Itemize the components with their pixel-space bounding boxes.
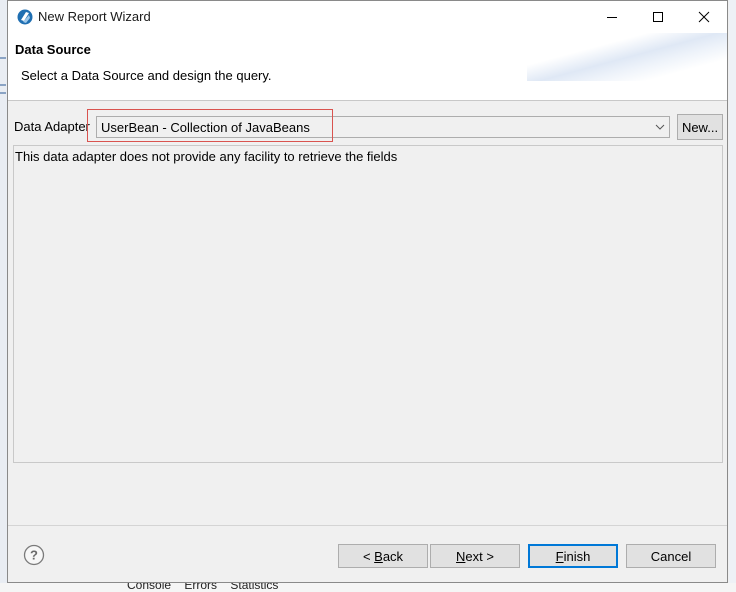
data-adapter-selected-value: UserBean - Collection of JavaBeans — [101, 120, 310, 135]
app-logo-icon — [17, 9, 33, 25]
maximize-icon — [653, 12, 663, 22]
fields-panel: This data adapter does not provide any f… — [13, 145, 723, 463]
background-marker — [0, 57, 6, 59]
maximize-button[interactable] — [635, 1, 681, 33]
minimize-button[interactable] — [589, 1, 635, 33]
fields-message: This data adapter does not provide any f… — [15, 149, 398, 164]
new-report-wizard-dialog: New Report Wizard Data Source Select a D… — [7, 0, 728, 583]
window-title: New Report Wizard — [38, 9, 151, 24]
background-marker — [0, 84, 6, 86]
close-icon — [698, 11, 710, 23]
background-window-left — [0, 0, 7, 592]
back-button-prefix: < — [362, 548, 375, 564]
cancel-button[interactable]: Cancel — [626, 544, 716, 568]
next-button-label: ext > — [465, 548, 494, 564]
background-window-bottom — [0, 583, 736, 592]
next-button[interactable]: Next > — [430, 544, 520, 568]
back-button[interactable]: < Back — [338, 544, 428, 568]
title-bar[interactable]: New Report Wizard — [8, 1, 727, 33]
footer-divider — [8, 525, 727, 526]
background-marker — [0, 92, 6, 94]
minimize-icon — [607, 17, 617, 18]
finish-button-mnemonic: F — [555, 548, 564, 564]
next-button-mnemonic: N — [456, 548, 466, 564]
chevron-down-icon[interactable] — [655, 122, 665, 132]
page-title: Data Source — [15, 42, 91, 57]
new-data-adapter-button[interactable]: New... — [677, 114, 723, 140]
wizard-header: Data Source Select a Data Source and des… — [8, 33, 727, 101]
background-window-right — [729, 0, 736, 592]
finish-button[interactable]: Finish — [528, 544, 618, 568]
finish-button-label: inish — [563, 548, 591, 564]
page-description: Select a Data Source and design the quer… — [21, 68, 272, 83]
back-button-label: ack — [382, 548, 404, 564]
data-adapter-select[interactable]: UserBean - Collection of JavaBeans — [96, 116, 670, 138]
data-adapter-label: Data Adapter — [14, 119, 90, 134]
svg-text:?: ? — [30, 548, 38, 563]
close-button[interactable] — [681, 1, 727, 33]
header-decoration — [527, 33, 727, 81]
help-icon[interactable]: ? — [23, 544, 45, 566]
back-button-mnemonic: B — [374, 548, 383, 564]
